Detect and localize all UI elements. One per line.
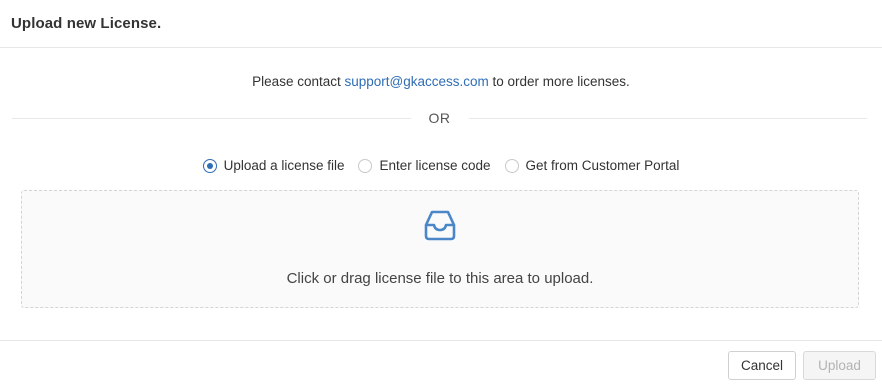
or-divider: OR <box>12 108 867 128</box>
contact-suffix: to order more licenses. <box>488 74 630 89</box>
drop-zone-text: Click or drag license file to this area … <box>286 270 594 287</box>
radio-customer-portal[interactable]: Get from Customer Portal <box>504 158 680 173</box>
radio-upload-license-file[interactable]: Upload a license file <box>202 158 345 173</box>
or-text: OR <box>428 110 451 126</box>
contact-prefix: Please contact <box>252 74 345 89</box>
upload-button[interactable]: Upload <box>803 351 876 380</box>
license-source-radio-group: Upload a license file Enter license code… <box>0 158 882 173</box>
contact-message: Please contact support@gkaccess.com to o… <box>0 74 882 89</box>
radio-label: Get from Customer Portal <box>525 158 680 173</box>
upload-license-dialog: Upload new License. Please contact suppo… <box>0 0 882 385</box>
support-email-link[interactable]: support@gkaccess.com <box>344 74 488 89</box>
divider-line-right <box>468 117 867 119</box>
radio-label: Upload a license file <box>223 158 345 173</box>
radio-enter-license-code[interactable]: Enter license code <box>358 158 491 173</box>
cancel-button[interactable]: Cancel <box>728 351 796 380</box>
radio-label: Enter license code <box>379 158 491 173</box>
radio-button[interactable] <box>358 158 373 173</box>
radio-button[interactable] <box>504 158 519 173</box>
dialog-header: Upload new License. <box>0 0 882 48</box>
dialog-footer: Cancel Upload <box>0 340 882 385</box>
file-drop-zone[interactable]: Click or drag license file to this area … <box>21 190 859 308</box>
inbox-icon <box>424 210 456 241</box>
divider-line-left <box>12 117 411 119</box>
dialog-title: Upload new License. <box>11 15 162 32</box>
radio-button-checked[interactable] <box>202 158 217 173</box>
